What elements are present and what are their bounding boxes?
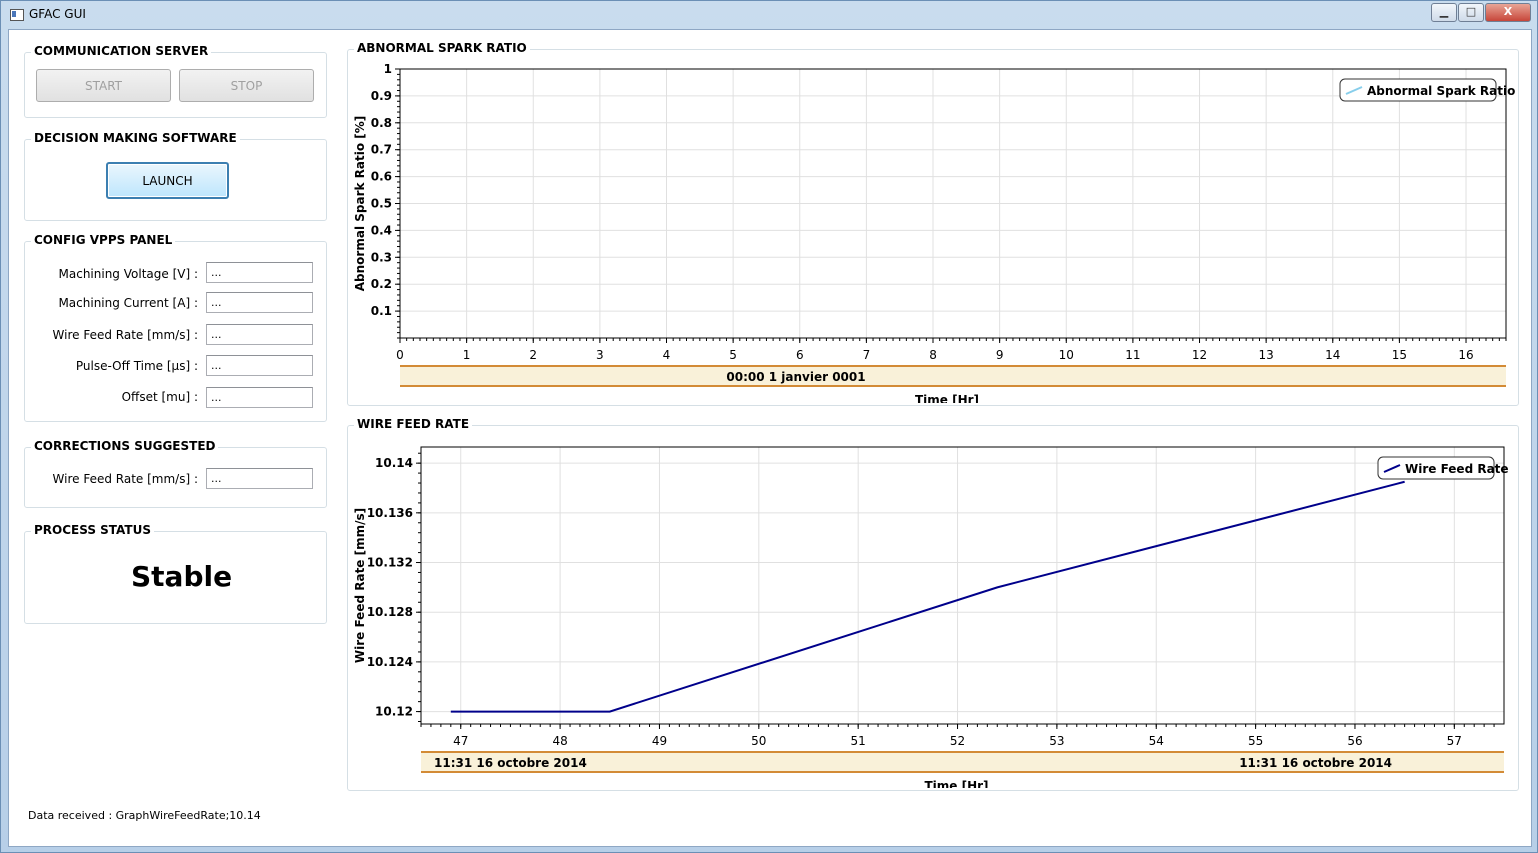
y-tick-label: 10.132 <box>367 556 413 570</box>
client-area: COMMUNICATION SERVER START STOP DECISION… <box>8 29 1532 847</box>
x-tick-label: 6 <box>796 348 804 362</box>
x-tick-label: 10 <box>1059 348 1074 362</box>
group-title: PROCESS STATUS <box>31 523 154 537</box>
y-tick-label: 0.3 <box>371 250 392 264</box>
y-tick-label: 10.12 <box>375 705 413 719</box>
x-tick-label: 4 <box>663 348 671 362</box>
x-tick-label: 55 <box>1248 734 1263 748</box>
x-tick-label: 8 <box>929 348 937 362</box>
date-bar <box>400 366 1506 386</box>
y-tick-label: 10.14 <box>375 456 413 470</box>
plot-area <box>421 447 1504 724</box>
x-tick-label: 12 <box>1192 348 1207 362</box>
corrections-group: CORRECTIONS SUGGESTED Wire Feed Rate [mm… <box>24 439 327 508</box>
title-bar[interactable]: GFAC GUI ▁ □ X <box>1 1 1537 29</box>
wire-feed-rate-group: WIRE FEED RATE 47 48 49 50 51 52 53 54 55 56 57 10.… <box>347 417 1519 791</box>
config-vpps-group: CONFIG VPPS PANEL Machining Voltage [V] … <box>24 233 327 422</box>
app-icon <box>10 9 24 21</box>
machining-voltage-field[interactable]: ... <box>206 262 313 283</box>
x-tick-label: 7 <box>863 348 871 362</box>
data-received-status: Data received : GraphWireFeedRate;10.14 <box>28 809 261 822</box>
x-tick-label: 57 <box>1447 734 1462 748</box>
group-title: DECISION MAKING SOFTWARE <box>31 131 240 145</box>
x-axis-label: Time [Hr] <box>915 393 979 403</box>
machining-voltage-label: Machining Voltage [V] : <box>58 267 198 281</box>
x-tick-label: 49 <box>652 734 667 748</box>
x-tick-label: 53 <box>1049 734 1064 748</box>
y-tick-label: 10.136 <box>367 506 413 520</box>
y-tick-label: 0.1 <box>371 304 392 318</box>
x-tick-label: 9 <box>996 348 1004 362</box>
offset-label: Offset [mu] : <box>121 390 198 404</box>
y-tick-label: 0.2 <box>371 277 392 291</box>
correction-wire-feed-rate-field[interactable]: ... <box>206 468 313 489</box>
x-tick-label: 54 <box>1149 734 1164 748</box>
y-tick-label: 10.124 <box>367 655 413 669</box>
x-tick-label: 11 <box>1125 348 1140 362</box>
y-axis-label: Wire Feed Rate [mm/s] <box>353 508 367 663</box>
date-bar-label: 00:00 1 janvier 0001 <box>726 370 865 384</box>
wire-feed-rate-label: Wire Feed Rate [mm/s] : <box>52 328 198 342</box>
y-tick-label: 0.5 <box>371 197 392 211</box>
offset-field[interactable]: ... <box>206 387 313 408</box>
x-tick-label: 48 <box>552 734 567 748</box>
y-tick-label: 0.9 <box>371 89 392 103</box>
machining-current-field[interactable]: ... <box>206 292 313 313</box>
x-tick-label: 2 <box>529 348 537 362</box>
start-button[interactable]: START <box>36 69 171 102</box>
group-title: COMMUNICATION SERVER <box>31 44 212 58</box>
x-tick-label: 15 <box>1392 348 1407 362</box>
y-tick-label: 10.128 <box>367 605 413 619</box>
y-tick-label: 0.8 <box>371 116 392 130</box>
y-tick-label: 0.7 <box>371 143 392 157</box>
abnormal-spark-ratio-group: ABNORMAL SPARK RATIO 0 1 2 3 4 5 6 7 8 9 10 11 12 13 1… <box>347 41 1519 406</box>
y-axis-label: Abnormal Spark Ratio [%] <box>353 116 367 291</box>
communication-server-group: COMMUNICATION SERVER START STOP <box>24 44 327 118</box>
minimize-button[interactable]: ▁ <box>1431 3 1457 22</box>
machining-current-label: Machining Current [A] : <box>58 296 198 310</box>
x-tick-label: 14 <box>1325 348 1340 362</box>
x-tick-label: 1 <box>463 348 471 362</box>
abnormal-spark-ratio-chart: 0 1 2 3 4 5 6 7 8 9 10 11 12 13 14 15 160.10.20.30.40.50… <box>353 62 1515 403</box>
date-bar-label: 11:31 16 octobre 2014 <box>434 756 587 770</box>
x-tick-label: 13 <box>1259 348 1274 362</box>
x-tick-label: 52 <box>950 734 965 748</box>
window-title: GFAC GUI <box>29 7 86 21</box>
x-tick-label: 50 <box>751 734 766 748</box>
wire-feed-rate-field[interactable]: ... <box>206 324 313 345</box>
x-tick-label: 47 <box>453 734 468 748</box>
pulse-off-time-label: Pulse-Off Time [µs] : <box>75 359 198 373</box>
group-title: CONFIG VPPS PANEL <box>31 233 176 247</box>
y-tick-label: 0.6 <box>371 170 392 184</box>
y-tick-label: 1 <box>384 62 392 76</box>
process-status-value: Stable <box>131 560 233 593</box>
pulse-off-time-field[interactable]: ... <box>206 355 313 376</box>
maximize-button[interactable]: □ <box>1458 3 1484 22</box>
x-tick-label: 16 <box>1458 348 1473 362</box>
date-bar-label: 11:31 16 octobre 2014 <box>1239 756 1392 770</box>
x-tick-label: 3 <box>596 348 604 362</box>
close-button[interactable]: X <box>1485 3 1531 22</box>
x-tick-label: 5 <box>729 348 737 362</box>
wire-feed-rate-chart: 47 48 49 50 51 52 53 54 55 56 57 10.12 10.124 10.128 1… <box>353 446 1509 788</box>
x-axis-label: Time [Hr] <box>924 779 988 788</box>
legend-label: Wire Feed Rate <box>1405 462 1509 476</box>
legend-label: Abnormal Spark Ratio <box>1367 84 1515 98</box>
y-tick-label: 0.4 <box>371 223 392 237</box>
decision-software-group: DECISION MAKING SOFTWARE LAUNCH <box>24 131 327 221</box>
x-tick-label: 56 <box>1347 734 1362 748</box>
group-title: CORRECTIONS SUGGESTED <box>31 439 219 453</box>
stop-button[interactable]: STOP <box>179 69 314 102</box>
app-window: GFAC GUI ▁ □ X COMMUNICATION SERVER STAR… <box>0 0 1538 853</box>
correction-wire-feed-rate-label: Wire Feed Rate [mm/s] : <box>52 472 198 486</box>
x-tick-label: 51 <box>851 734 866 748</box>
launch-button[interactable]: LAUNCH <box>106 162 229 199</box>
x-tick-label: 0 <box>396 348 404 362</box>
process-status-group: PROCESS STATUS Stable <box>24 523 327 624</box>
